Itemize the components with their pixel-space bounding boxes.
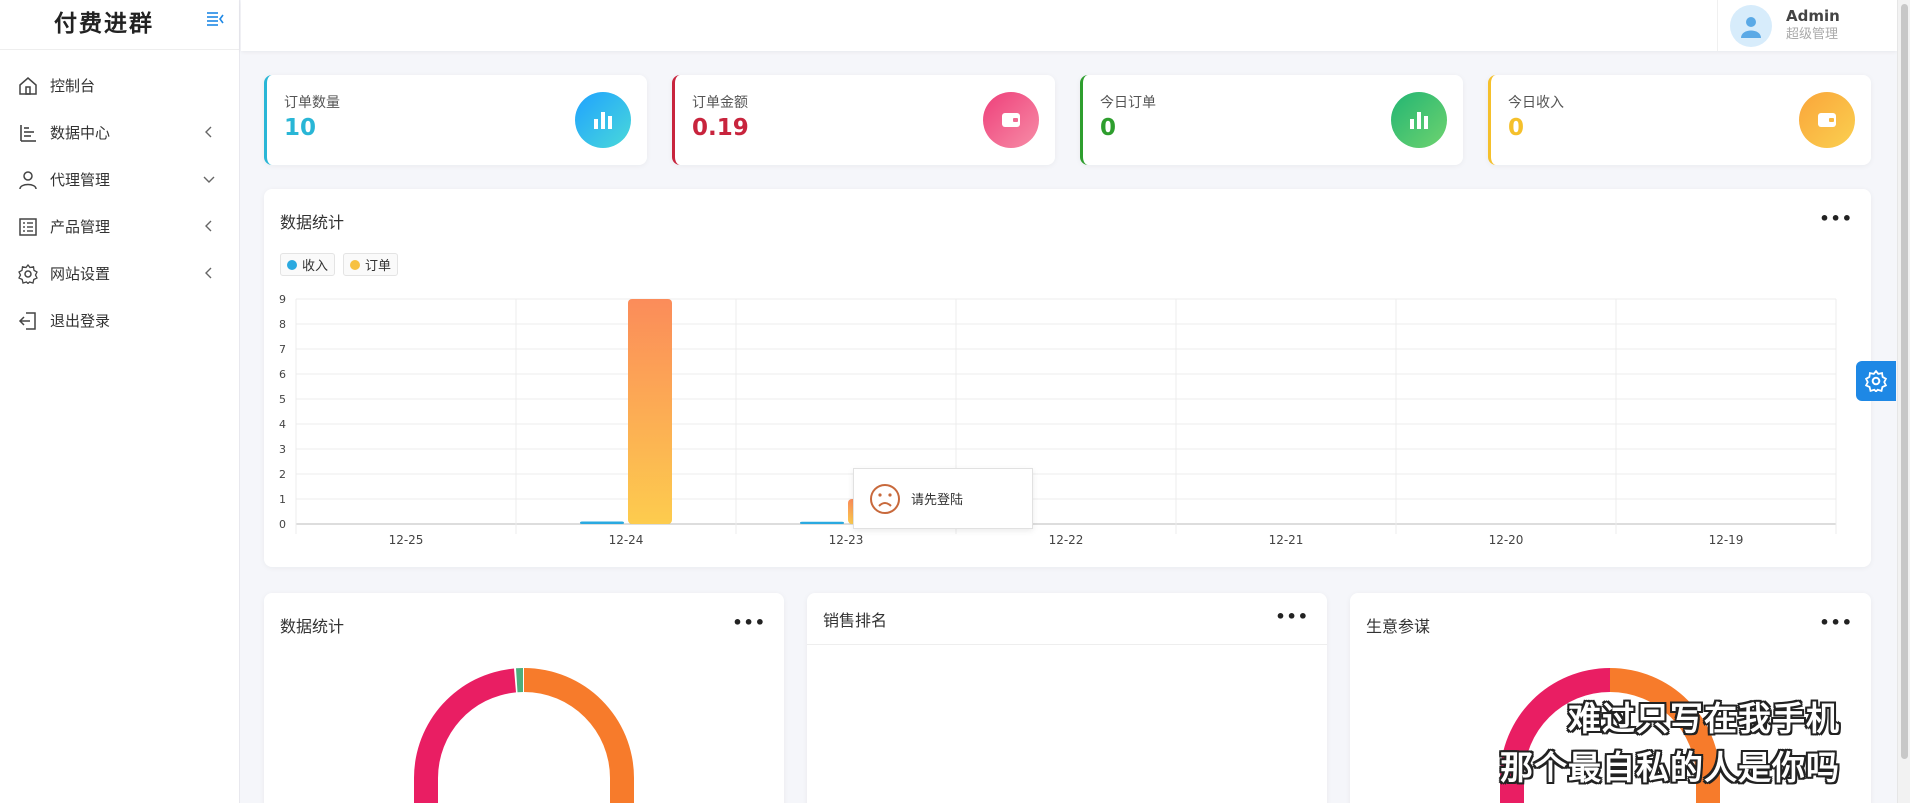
subtitle-line-2: 那个最自私的人是你吗: [1500, 748, 1840, 787]
bar-chart: 0 1 2 3 4 5 6 7 8 9 12-25 12-24 12-23 12-22 12-21 12-20…: [279, 293, 1837, 547]
bar-chart-icon: [575, 92, 631, 148]
login-tooltip: 请先登陆: [853, 468, 1033, 529]
bar-income: [580, 521, 624, 524]
sidebar-item-data-center[interactable]: 数据中心: [0, 109, 239, 156]
sidebar-item-label: 网站设置: [50, 265, 111, 283]
top-header: Admin 超级管理: [241, 0, 1897, 51]
subtitle-line-1: 难过只写在我手机: [1568, 699, 1840, 738]
user-menu[interactable]: Admin 超级管理: [1717, 0, 1840, 51]
chevron-left-icon: [205, 267, 212, 279]
sidebar-item-agent-management[interactable]: 代理管理: [0, 156, 239, 203]
avatar: [1730, 4, 1772, 47]
gear-icon: [18, 263, 38, 284]
stat-value: 0: [1508, 115, 1525, 141]
y-tick-label: 2: [279, 468, 286, 481]
stat-card-today-orders: 今日订单 0: [1080, 75, 1463, 165]
y-tick-label: 5: [279, 393, 286, 406]
gear-icon: [1865, 370, 1887, 392]
menu-collapse-icon[interactable]: [206, 10, 224, 28]
sales-ranking-panel: 销售排名 •••: [807, 593, 1327, 803]
bar-orders: [628, 299, 672, 524]
x-tick-label: 12-23: [829, 533, 864, 547]
stat-value: 10: [284, 115, 317, 141]
sidebar: 付费进群 控制台 数据中心 代理管理 产品管理 网站设置 退出登录: [0, 0, 240, 803]
donut-chart: [414, 667, 634, 803]
user-icon: [18, 170, 38, 190]
donut-segment-orange-lower: [610, 778, 634, 803]
stat-card-today-income: 今日收入 0: [1488, 75, 1871, 165]
user-name: Admin: [1786, 7, 1840, 26]
bar-chart-icon: [1391, 92, 1447, 148]
sidebar-item-label: 控制台: [50, 77, 96, 95]
stat-label: 今日订单: [1100, 95, 1156, 111]
x-tick-label: 12-22: [1049, 533, 1084, 547]
logout-icon: [18, 311, 38, 331]
panel-title: 销售排名: [823, 611, 888, 630]
chevron-left-icon: [205, 220, 212, 232]
y-tick-label: 9: [279, 293, 286, 306]
chevron-down-icon: [203, 176, 215, 183]
sidebar-item-label: 数据中心: [50, 124, 111, 142]
more-menu-button[interactable]: •••: [1275, 607, 1309, 626]
donut-segment-green: [516, 667, 523, 693]
donut-segment-orange: [524, 668, 634, 778]
x-tick-label: 12-20: [1489, 533, 1524, 547]
brand-header: 付费进群: [0, 0, 239, 50]
brand-title: 付费进群: [54, 10, 154, 37]
stat-value: 0: [1100, 115, 1117, 141]
data-statistics-donut-panel: 数据统计 •••: [264, 593, 784, 803]
wallet-icon: [1799, 92, 1855, 148]
sidebar-item-logout[interactable]: 退出登录: [0, 297, 239, 344]
y-tick-label: 8: [279, 318, 286, 331]
stat-card-order-count: 订单数量 10: [264, 75, 647, 165]
x-tick-label: 12-21: [1269, 533, 1304, 547]
sidebar-item-label: 退出登录: [50, 312, 111, 330]
y-tick-label: 1: [279, 493, 286, 506]
stat-card-order-amount: 订单金额 0.19: [672, 75, 1055, 165]
y-tick-label: 3: [279, 443, 286, 456]
sidebar-item-dashboard[interactable]: 控制台: [0, 62, 239, 109]
chevron-left-icon: [205, 126, 212, 138]
y-tick-label: 0: [279, 518, 286, 531]
sidebar-item-site-settings[interactable]: 网站设置: [0, 250, 239, 297]
panel-divider: [807, 644, 1327, 645]
settings-float-button[interactable]: [1856, 361, 1896, 401]
y-tick-label: 6: [279, 368, 286, 381]
stat-label: 订单金额: [692, 95, 748, 111]
y-tick-label: 4: [279, 418, 286, 431]
stat-value: 0.19: [692, 115, 749, 141]
list-icon: [18, 217, 38, 237]
donut-segment-pink: [414, 668, 516, 803]
page-scrollbar[interactable]: [1897, 0, 1910, 803]
x-tick-label: 12-24: [609, 533, 644, 547]
x-tick-label: 12-25: [389, 533, 424, 547]
home-icon: [18, 76, 38, 96]
stat-label: 订单数量: [284, 95, 340, 111]
sad-face-icon: [870, 483, 900, 514]
chart-bars-icon: [18, 123, 38, 143]
data-statistics-panel: 数据统计 ••• 收入 订单 0 1 2 3 4 5 6 7 8 9 12-25 12-24 12-23…: [264, 189, 1871, 567]
wallet-icon: [983, 92, 1039, 148]
sidebar-item-product-management[interactable]: 产品管理: [0, 203, 239, 250]
stat-label: 今日收入: [1508, 95, 1564, 111]
sidebar-menu: 控制台 数据中心 代理管理 产品管理 网站设置 退出登录: [0, 50, 239, 344]
bar-income: [800, 521, 844, 524]
sidebar-item-label: 产品管理: [50, 218, 111, 236]
user-role: 超级管理: [1786, 26, 1839, 42]
x-tick-label: 12-19: [1709, 533, 1744, 547]
scrollbar-thumb[interactable]: [1901, 4, 1908, 759]
y-tick-label: 7: [279, 343, 286, 356]
sidebar-item-label: 代理管理: [50, 171, 111, 189]
tooltip-text: 请先登陆: [911, 493, 964, 508]
